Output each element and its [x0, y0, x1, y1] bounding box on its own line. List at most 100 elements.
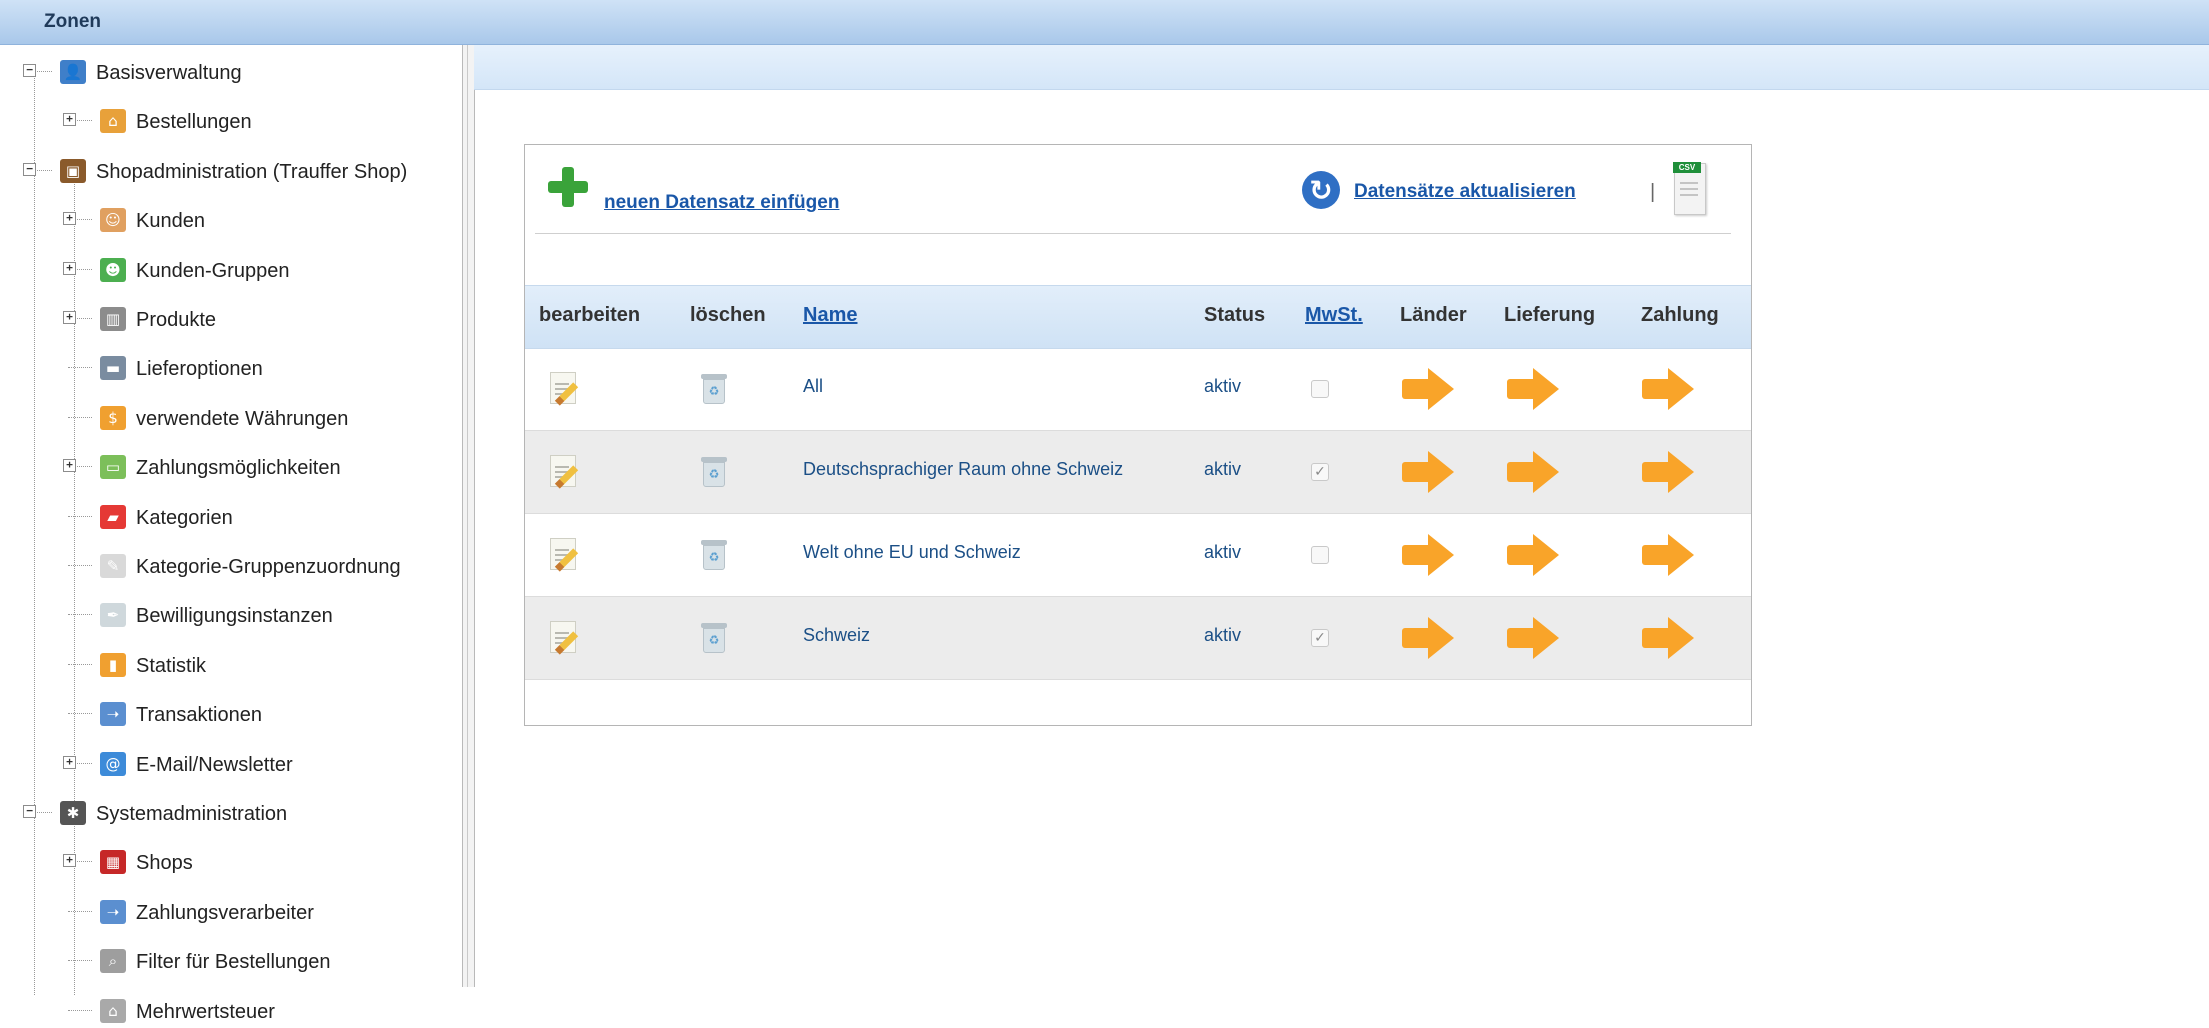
sidebar-item-7[interactable]: ▬ Lieferoptionen	[0, 351, 462, 385]
mwst-checkbox[interactable]	[1311, 380, 1329, 398]
tree-branch-line	[68, 417, 92, 418]
csv-tag: CSV	[1673, 162, 1701, 173]
countries-arrow-icon[interactable]	[1402, 617, 1454, 659]
delete-icon[interactable]	[701, 457, 727, 487]
user-group-icon: ☻	[100, 258, 126, 282]
column-header-zahlung: Zahlung	[1641, 304, 1719, 326]
delete-icon[interactable]	[701, 374, 727, 404]
payment-arrow-icon[interactable]	[1642, 617, 1694, 659]
mwst-checkbox[interactable]: ✓	[1311, 463, 1329, 481]
sidebar-item-12[interactable]: ✒ Bewilligungsinstanzen	[0, 598, 462, 632]
payment-arrow-icon[interactable]	[1642, 451, 1694, 493]
sidebar-item-label: Transaktionen	[136, 704, 262, 726]
collapse-icon[interactable]: −	[23, 64, 36, 77]
zone-status: aktiv	[1204, 376, 1242, 396]
payment-arrow-icon[interactable]	[1642, 534, 1694, 576]
sidebar-item-20[interactable]: ⌂ Mehrwertsteuer	[0, 994, 462, 1028]
navigation-sidebar: − 👤 Basisverwaltung + ⌂ Bestellungen − ▣ Shopadm…	[0, 45, 462, 1023]
delete-icon[interactable]	[701, 623, 727, 653]
sidebar-item-9[interactable]: + ▭ Zahlungsmöglichkeiten	[0, 450, 462, 484]
edit-icon[interactable]	[550, 455, 576, 487]
countries-arrow-icon[interactable]	[1402, 368, 1454, 410]
expand-icon[interactable]: +	[63, 854, 76, 867]
bar-chart-icon: ▮	[100, 653, 126, 677]
mwst-checkbox[interactable]	[1311, 546, 1329, 564]
expand-icon[interactable]: +	[63, 756, 76, 769]
sidebar-item-label: Kunden	[136, 210, 205, 232]
expand-icon[interactable]: +	[63, 262, 76, 275]
column-header-loeschen: löschen	[690, 304, 766, 326]
sidebar-item-label: verwendete Währungen	[136, 408, 349, 430]
delivery-arrow-icon[interactable]	[1507, 617, 1559, 659]
collapse-icon[interactable]: −	[23, 805, 36, 818]
countries-arrow-icon[interactable]	[1402, 534, 1454, 576]
basket-icon: ⌂	[100, 109, 126, 133]
column-header-bearbeiten: bearbeiten	[539, 304, 641, 326]
tree-branch-line	[68, 664, 92, 665]
sidebar-item-10[interactable]: ▰ Kategorien	[0, 500, 462, 534]
collapse-icon[interactable]: −	[23, 163, 36, 176]
sidebar-item-8[interactable]: $ verwendete Währungen	[0, 401, 462, 435]
column-header-status: Status	[1204, 304, 1266, 326]
sidebar-item-label: Mehrwertsteuer	[136, 1001, 275, 1023]
countries-arrow-icon[interactable]	[1402, 451, 1454, 493]
column-header-mwst[interactable]: MwSt.	[1305, 304, 1363, 327]
sidebar-splitter[interactable]	[462, 45, 475, 987]
delete-icon[interactable]	[701, 540, 727, 570]
zone-status: aktiv	[1204, 459, 1242, 479]
sidebar-item-11[interactable]: ✎ Kategorie-Gruppenzuordnung	[0, 549, 462, 583]
tree-branch-line	[68, 565, 92, 566]
sidebar-item-1[interactable]: − 👤 Basisverwaltung	[0, 55, 462, 89]
navigation-tree: − 👤 Basisverwaltung + ⌂ Bestellungen − ▣ Shopadm…	[0, 45, 462, 1023]
add-icon[interactable]	[548, 167, 588, 207]
sidebar-item-4[interactable]: + ☺ Kunden	[0, 203, 462, 237]
expand-icon[interactable]: +	[63, 311, 76, 324]
filter-icon: ⌕	[100, 949, 126, 973]
sidebar-item-3[interactable]: − ▣ Shopadministration (Trauffer Shop)	[0, 154, 462, 188]
zones-panel: neuen Datensatz einfügen ↻ Datensätze ak…	[524, 144, 1752, 726]
tree-branch-line	[68, 911, 92, 912]
zone-name: Welt ohne EU und Schweiz	[803, 542, 1021, 562]
column-header-name[interactable]: Name	[803, 304, 857, 327]
refresh-records-link[interactable]: Datensätze aktualisieren	[1354, 181, 1576, 203]
edit-icon[interactable]	[550, 621, 576, 653]
expand-icon[interactable]: +	[63, 212, 76, 225]
payment-arrow-icon[interactable]	[1642, 368, 1694, 410]
sidebar-item-2[interactable]: + ⌂ Bestellungen	[0, 104, 462, 138]
at-icon: @	[100, 752, 126, 776]
sidebar-item-6[interactable]: + ▥ Produkte	[0, 302, 462, 336]
table-header: bearbeiten löschen Name Status MwSt. Län…	[525, 285, 1751, 349]
sidebar-item-label: Kunden-Gruppen	[136, 260, 290, 282]
zone-name: All	[803, 376, 824, 396]
zone-name: Schweiz	[803, 625, 871, 645]
sidebar-item-14[interactable]: ➝ Transaktionen	[0, 697, 462, 731]
delivery-arrow-icon[interactable]	[1507, 534, 1559, 576]
expand-icon[interactable]: +	[63, 113, 76, 126]
shopping-bag-icon: ▰	[100, 505, 126, 529]
panel-toolbar: neuen Datensatz einfügen ↻ Datensätze ak…	[525, 145, 1751, 285]
sidebar-item-15[interactable]: + @ E-Mail/Newsletter	[0, 747, 462, 781]
csv-export-icon[interactable]: CSV	[1673, 162, 1706, 215]
delivery-arrow-icon[interactable]	[1507, 368, 1559, 410]
refresh-icon[interactable]: ↻	[1302, 171, 1340, 209]
sidebar-item-5[interactable]: + ☻ Kunden-Gruppen	[0, 253, 462, 287]
mwst-checkbox[interactable]: ✓	[1311, 629, 1329, 647]
edit-icon[interactable]	[550, 372, 576, 404]
sidebar-item-13[interactable]: ▮ Statistik	[0, 648, 462, 682]
transaction-icon: ➝	[100, 900, 126, 924]
expand-icon[interactable]: +	[63, 459, 76, 472]
tree-branch-line	[68, 367, 92, 368]
user-admin-icon: 👤	[60, 60, 86, 84]
table-row: Schweiz aktiv ✓	[525, 597, 1751, 680]
column-header-lieferung: Lieferung	[1504, 304, 1596, 326]
sidebar-item-label: Bewilligungsinstanzen	[136, 605, 333, 627]
sidebar-item-19[interactable]: ⌕ Filter für Bestellungen	[0, 944, 462, 978]
gears-icon: ✱	[60, 801, 86, 825]
sidebar-item-16[interactable]: − ✱ Systemadministration	[0, 796, 462, 830]
new-record-link[interactable]: neuen Datensatz einfügen	[604, 192, 839, 214]
sidebar-item-18[interactable]: ➝ Zahlungsverarbeiter	[0, 895, 462, 929]
delivery-arrow-icon[interactable]	[1507, 451, 1559, 493]
sidebar-item-17[interactable]: + ▦ Shops	[0, 845, 462, 879]
edit-icon[interactable]	[550, 538, 576, 570]
banknote-icon: ▭	[100, 455, 126, 479]
